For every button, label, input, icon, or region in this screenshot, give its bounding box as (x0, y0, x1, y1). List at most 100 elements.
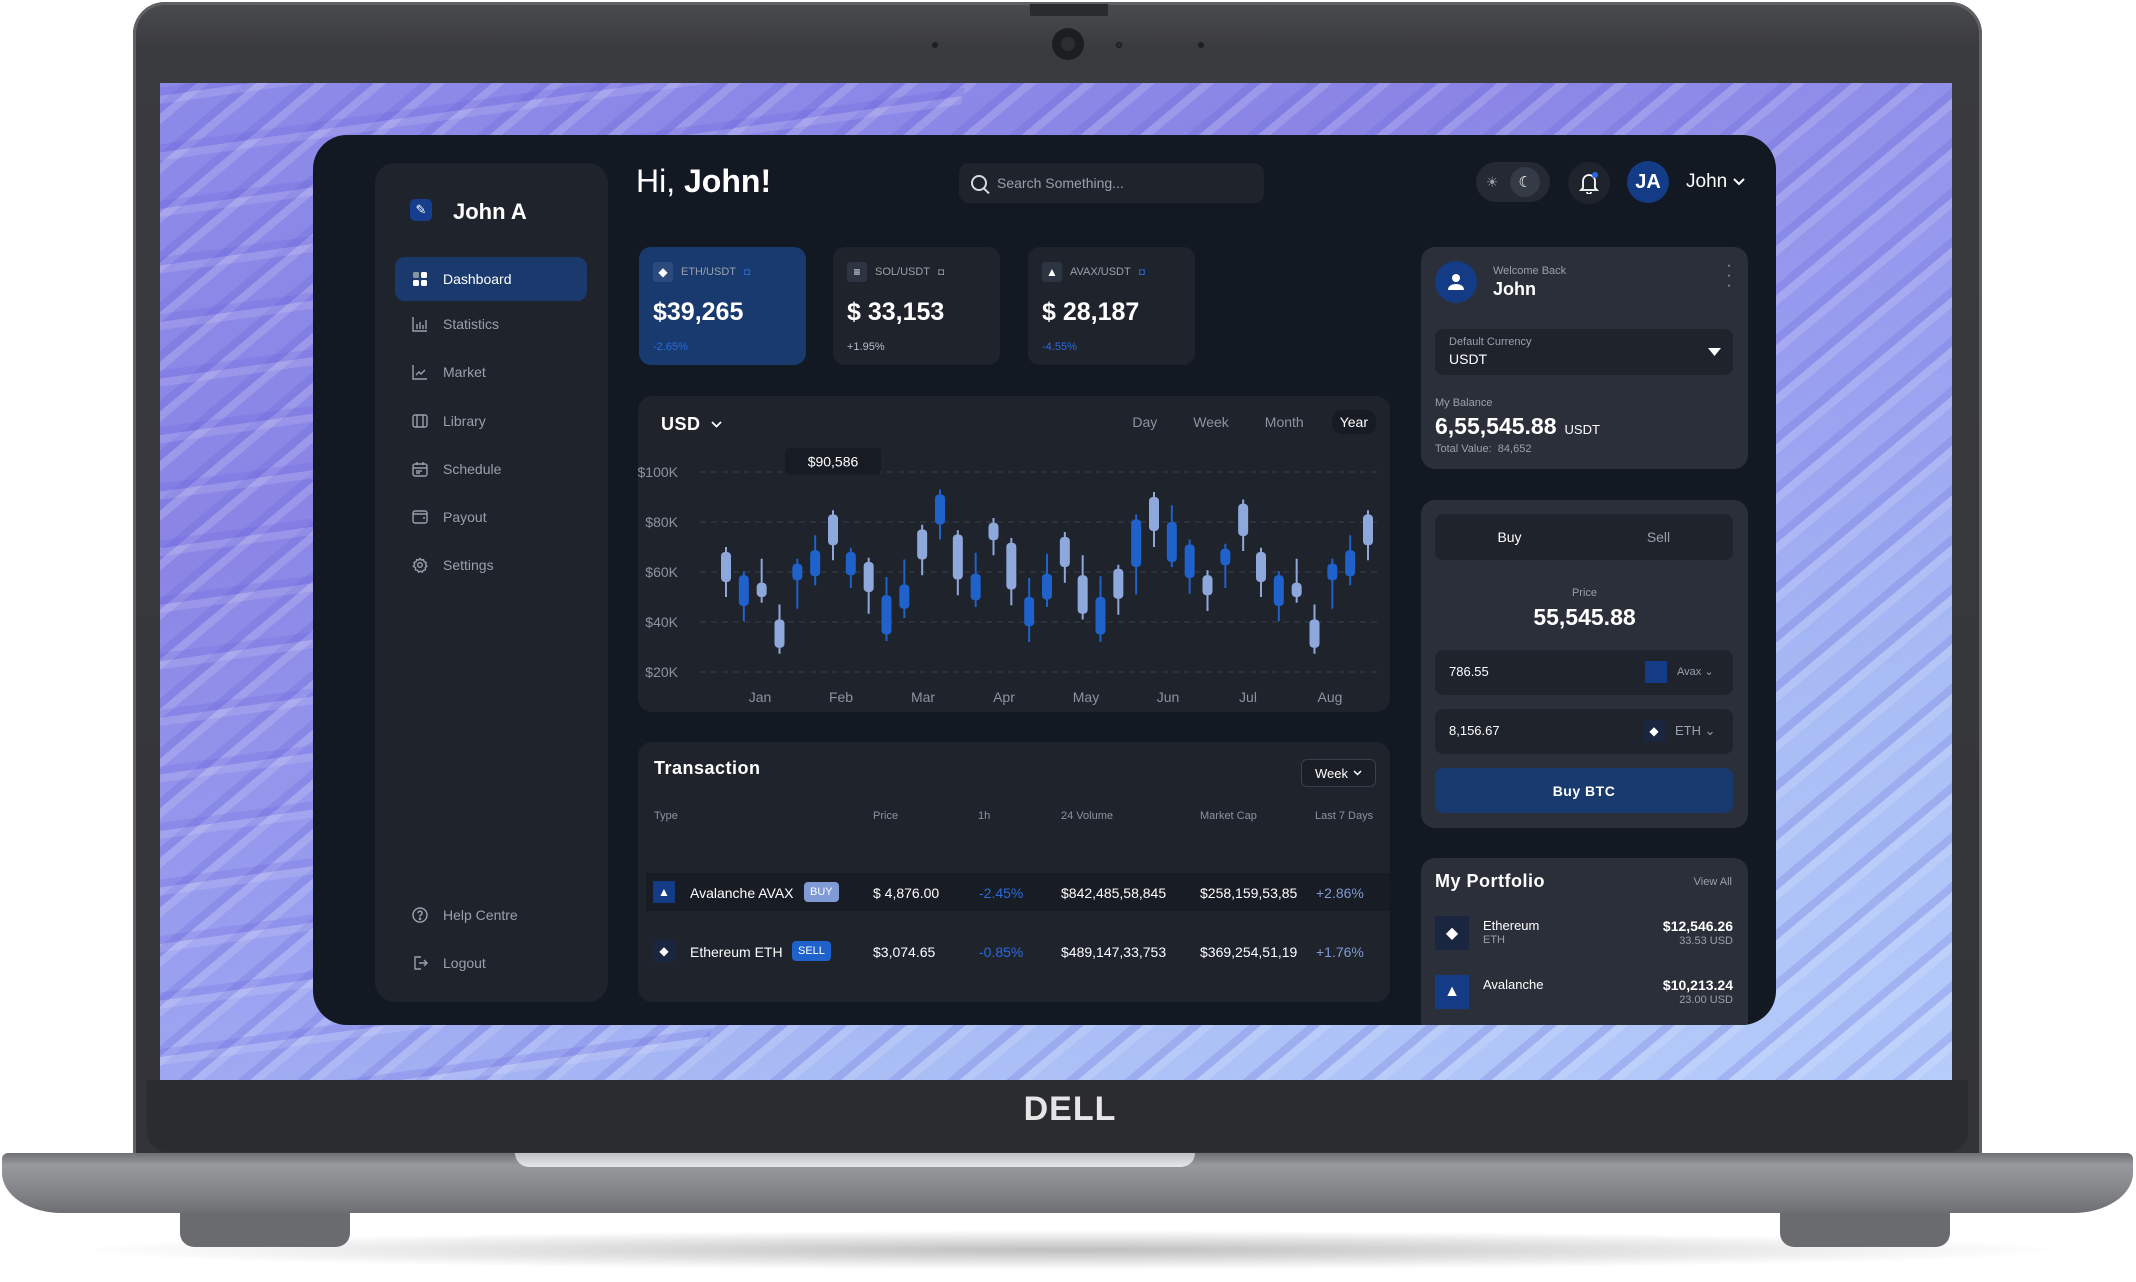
currency-value: USDT (1449, 351, 1488, 367)
period-select[interactable]: Week (1301, 759, 1376, 787)
sidebar-item-logout[interactable]: Logout (395, 941, 587, 985)
ticker-pair: SOL/USDT (875, 266, 931, 278)
portfolio-card: My Portfolio View All ◆ Ethereum ETH $12… (1421, 858, 1748, 1025)
portfolio-item[interactable]: ◆ Ethereum ETH $12,546.26 33.53 USD (1435, 916, 1733, 950)
candle-body (756, 582, 767, 597)
x-tick-label: Mar (911, 689, 935, 705)
price: $3,074.65 (873, 944, 936, 960)
sidebar-item-label: Library (443, 413, 486, 429)
logout-icon (411, 954, 429, 972)
sidebar-item-help-centre[interactable]: Help Centre (395, 893, 587, 937)
view-all-link[interactable]: View All (1694, 876, 1732, 888)
ticker-card-eth[interactable]: ◆ ETH/USDT ◘ $39,265 -2.65% (639, 247, 806, 365)
ticker-price: $ 33,153 (847, 298, 945, 326)
sidebar-item-label: Schedule (443, 461, 502, 477)
candle-body (952, 534, 963, 580)
sidebar-item-label: Statistics (443, 316, 500, 332)
asset-value: $10,213.24 (1662, 977, 1733, 993)
sidebar-item-market[interactable]: Market (395, 350, 587, 394)
solana-icon: ≡ (847, 262, 867, 282)
sidebar-item-label: Dashboard (443, 271, 512, 287)
sidebar-item-label: Market (443, 364, 486, 380)
trade-card: Buy Sell Price 55,545.88 786.55 Avax ⌄ 8… (1421, 500, 1748, 828)
user-menu[interactable]: John (1686, 171, 1745, 193)
x-tick-label: Aug (1318, 689, 1343, 705)
sidebar-item-settings[interactable]: Settings (395, 543, 587, 587)
column-header-market-cap: Market Cap (1200, 810, 1257, 822)
avalanche-icon: ▲ (653, 881, 675, 903)
welcome-label: Welcome Back (1493, 265, 1567, 277)
amount-avax-input[interactable]: 786.55 Avax ⌄ (1435, 650, 1733, 695)
default-currency-select[interactable]: Default Currency USDT (1435, 329, 1733, 375)
total-label: Total Value: (1435, 443, 1492, 455)
profile-card: Welcome Back John · · · Default Currency U… (1421, 247, 1748, 469)
help-icon (411, 906, 429, 924)
balance-unit: USDT (1564, 422, 1600, 437)
tooltip-label: $90,586 (808, 453, 859, 469)
candlestick-chart: $20K $40K $60K $80K $100K Jan Feb Mar Apr May Jun J… (638, 448, 1378, 705)
ticker-card-avax[interactable]: ▲ AVAX/USDT ◘ $ 28,187 -4.55% (1028, 247, 1195, 365)
candle-body (1273, 575, 1284, 606)
search-placeholder: Search Something... (997, 175, 1124, 191)
avalanche-icon: ▲ (1042, 262, 1062, 282)
chevron-down-icon (1353, 770, 1362, 776)
notifications-button[interactable] (1568, 162, 1610, 204)
x-tick-label: May (1073, 689, 1099, 705)
candle-body (845, 552, 856, 576)
table-row[interactable]: ◆ Ethereum ETH SELL $3,074.65 -0.85% $48… (646, 932, 1390, 970)
asset-value: $12,546.26 (1662, 918, 1733, 934)
change-1h: -2.45% (979, 885, 1024, 901)
price-label: Price (1571, 587, 1598, 599)
sidebar-item-library[interactable]: Library (395, 399, 587, 443)
portfolio-title: My Portfolio (1435, 871, 1545, 891)
avatar[interactable]: JA (1627, 161, 1669, 203)
amount-eth-input[interactable]: 8,156.67 ◆ ETH ⌄ (1435, 709, 1733, 754)
market-cap: $258,159,53,85 (1200, 885, 1298, 901)
candle-body (935, 494, 945, 525)
sidebar-item-payout[interactable]: Payout (395, 495, 587, 539)
sidebar: ✎ John A Dashboard Statistics Market Lib… (375, 163, 608, 1002)
candle-body (899, 584, 910, 609)
tab-buy[interactable]: Buy (1435, 514, 1584, 560)
candle-body (1220, 548, 1231, 566)
profile-name: John (1493, 279, 1536, 299)
ticker-change: -4.55% (1042, 341, 1077, 353)
caret-down-icon (1708, 348, 1721, 356)
asset-sub: 33.53 USD (1679, 935, 1733, 947)
tab-sell[interactable]: Sell (1584, 514, 1733, 560)
laptop-hinge (515, 1153, 1195, 1167)
x-tick-label: Jun (1157, 689, 1180, 705)
theme-toggle[interactable]: ☀ ☾ (1476, 162, 1550, 202)
buy-btc-button[interactable]: Buy BTC (1435, 768, 1733, 813)
asset-name: Ethereum (1483, 918, 1540, 933)
candle-body (1006, 542, 1017, 590)
table-row[interactable]: ▲ Avalanche AVAX BUY $ 4,876.00 -2.45% $… (646, 873, 1390, 911)
amount-value: 786.55 (1449, 664, 1489, 679)
asset-select[interactable]: Avax ⌄ (1677, 665, 1714, 678)
x-tick-label: Apr (993, 689, 1015, 705)
candle-body (1363, 514, 1373, 546)
dell-logo: DELL (1023, 1090, 1117, 1128)
line-chart-icon (411, 363, 429, 381)
total-value: Total Value: 84,652 (1435, 443, 1531, 455)
sidebar-item-dashboard[interactable]: Dashboard (395, 257, 587, 301)
external-link-icon: ◘ (1138, 266, 1145, 278)
candle-body (1131, 519, 1142, 567)
price: $ 4,876.00 (873, 885, 940, 901)
sell-badge: SELL (792, 941, 831, 961)
portfolio-item[interactable]: ▲ Avalanche $10,213.24 23.00 USD (1435, 975, 1733, 1009)
currency-label: Default Currency (1449, 336, 1532, 348)
asset-sub: 23.00 USD (1679, 994, 1733, 1006)
candle-body (970, 573, 981, 601)
sidebar-item-schedule[interactable]: Schedule (395, 447, 587, 491)
asset-select[interactable]: ETH ⌄ (1675, 723, 1716, 739)
change-1h: -0.85% (979, 944, 1024, 960)
brand-name: John A (453, 199, 527, 224)
candle-body (1042, 573, 1052, 600)
ticker-change: +1.95% (847, 341, 885, 353)
ethereum-icon: ◆ (653, 940, 675, 962)
more-options-icon[interactable]: · · · (1726, 258, 1732, 294)
sidebar-item-statistics[interactable]: Statistics (395, 302, 587, 346)
search-input[interactable]: Search Something... (959, 163, 1264, 203)
ticker-card-sol[interactable]: ≡ SOL/USDT ◘ $ 33,153 +1.95% (833, 247, 1000, 365)
